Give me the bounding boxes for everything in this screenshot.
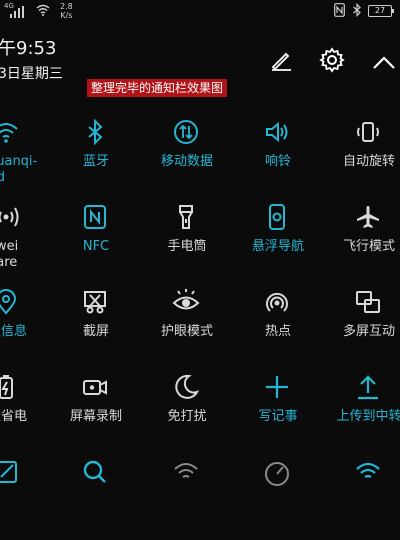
bluetooth-status-icon: [352, 3, 362, 17]
tile-label: 自动旋转: [342, 154, 395, 169]
tile-label: 截屏: [82, 324, 109, 339]
tile-mobile-data[interactable]: 移动数据: [148, 118, 226, 200]
video-camera-icon: [81, 373, 109, 401]
battery-indicator: 27: [368, 5, 394, 17]
flashlight-icon: [172, 203, 200, 231]
clock-date: 3日星期三: [0, 66, 63, 82]
tile-hotspot[interactable]: 热点: [239, 288, 317, 370]
tile-screen-record[interactable]: 屏幕录制: [57, 373, 135, 455]
mobile-data-icon: [172, 118, 200, 146]
nfc-icon: [81, 203, 109, 231]
floating-dock-icon: [263, 203, 291, 231]
speed-value: 2.8: [60, 2, 73, 11]
network-speed: 2.8 K/s: [60, 2, 73, 20]
airplane-icon: [354, 203, 382, 231]
speed-unit: K/s: [60, 11, 73, 20]
tile-label: 飞行模式: [342, 239, 395, 254]
nfc-status-icon: [334, 3, 345, 17]
multi-screen-icon: [354, 288, 382, 316]
tile-speed-gauge[interactable]: [239, 458, 317, 540]
battery-level: 27: [374, 6, 386, 15]
tile-ringer[interactable]: 响铃: [239, 118, 317, 200]
wifi-icon: [0, 118, 20, 146]
annotation-banner: 整理完毕的通知栏效果图: [87, 79, 228, 97]
speaker-icon: [263, 118, 291, 146]
chevron-up-icon[interactable]: [370, 50, 398, 78]
plus-icon: [263, 373, 291, 401]
tile-nfc[interactable]: NFC: [57, 203, 135, 285]
tile-label: 写记事: [258, 409, 298, 424]
tile-label: 多屏互动: [342, 324, 395, 339]
tile-label: 蓝牙: [82, 154, 109, 169]
battery-saver-icon: [0, 373, 20, 401]
tile-eye-comfort[interactable]: 护眼模式: [148, 288, 226, 370]
location-pin-icon: [0, 288, 20, 316]
clock-time: 午9:53: [0, 38, 57, 59]
tile-label: 响铃: [264, 154, 291, 169]
tile-write-note[interactable]: 写记事: [239, 373, 317, 455]
tile-label: 护眼模式: [160, 324, 213, 339]
tile-multi-screen[interactable]: 多屏互动: [330, 288, 400, 370]
gauge-icon: [263, 458, 291, 486]
tile-screenshot[interactable]: 截屏: [57, 288, 135, 370]
bluetooth-icon: [81, 118, 109, 146]
search-icon: [81, 458, 109, 486]
tile-label: 屏幕录制: [69, 409, 122, 424]
tile-flashlight[interactable]: 手电筒: [148, 203, 226, 285]
share-icon: [0, 203, 20, 231]
cellular-signal-icon: 4G: [4, 2, 24, 18]
tile-label: 免打扰: [167, 409, 207, 424]
scissors-icon: [81, 288, 109, 316]
tile-wifi-3[interactable]: [330, 458, 400, 540]
tile-label: NFC: [82, 239, 110, 254]
rotate-icon: [354, 118, 382, 146]
eye-icon: [172, 288, 200, 316]
wifi-icon: [172, 458, 200, 486]
tile-label: 手电筒: [167, 239, 207, 254]
tile-floating-nav[interactable]: 悬浮导航: [239, 203, 317, 285]
tile-search[interactable]: [57, 458, 135, 540]
status-bar: 4G 2.8 K/s 27: [0, 0, 400, 24]
edit-icon[interactable]: [267, 46, 295, 74]
wifi-icon: [354, 458, 382, 486]
tile-bluetooth[interactable]: 蓝牙: [57, 118, 135, 200]
tile-upload[interactable]: 上传到中转: [330, 373, 400, 455]
tile-label: 悬浮导航: [251, 239, 304, 254]
note-edit-icon: [0, 458, 20, 486]
tile-do-not-disturb[interactable]: 免打扰: [148, 373, 226, 455]
tile-wifi-2[interactable]: [148, 458, 226, 540]
tile-label: 移动数据: [160, 154, 213, 169]
tile-auto-rotate[interactable]: 自动旋转: [330, 118, 400, 200]
gear-icon[interactable]: [318, 46, 346, 74]
tile-label: 上传到中转: [336, 409, 400, 424]
moon-icon: [172, 373, 200, 401]
hotspot-icon: [263, 288, 291, 316]
wifi-status-icon: [36, 4, 50, 16]
tile-label: 热点: [264, 324, 291, 339]
tile-airplane[interactable]: 飞行模式: [330, 203, 400, 285]
upload-icon: [354, 373, 382, 401]
